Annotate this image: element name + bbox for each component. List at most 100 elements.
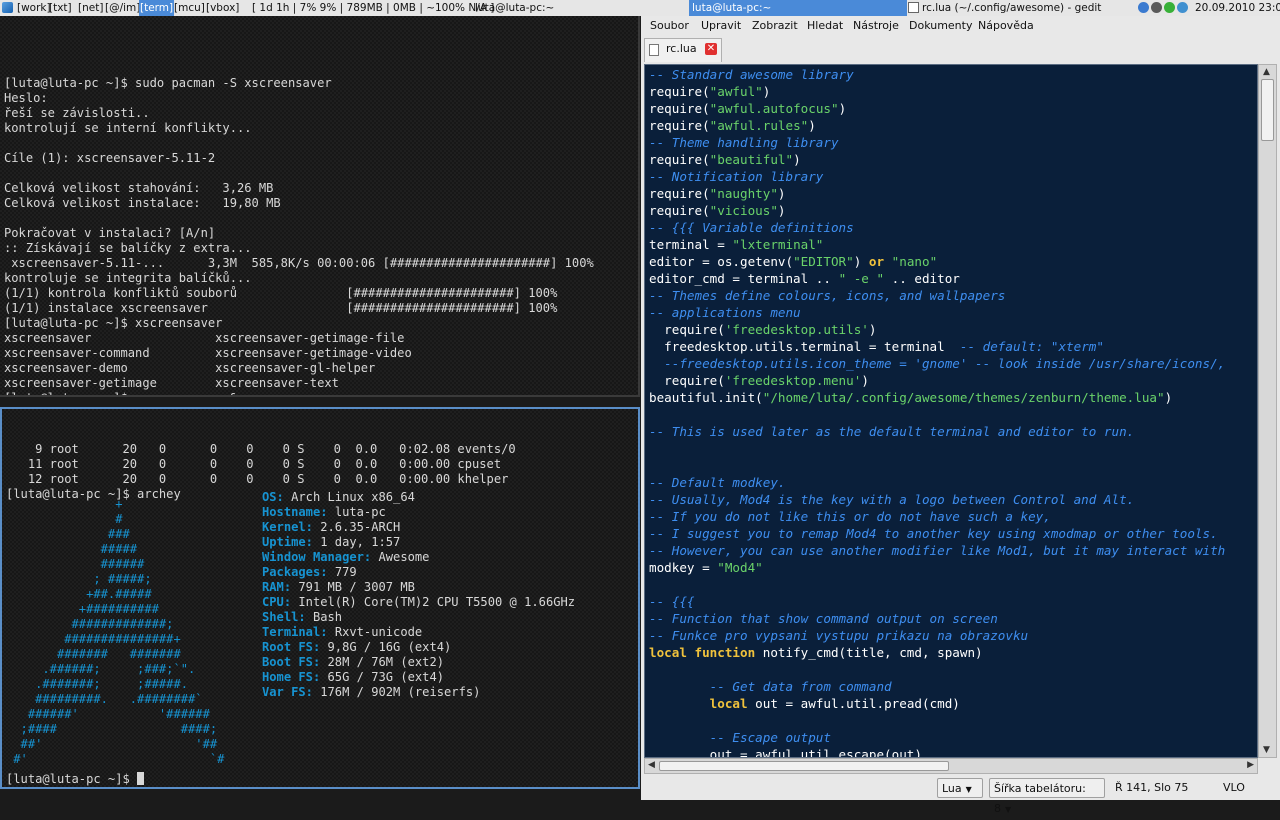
info-row: Shell: Bash (262, 610, 575, 625)
code-token: out = awful.util.escape(out) (649, 747, 922, 758)
scroll-down-icon[interactable]: ▼ (1263, 745, 1270, 755)
info-value: Arch Linux x86_64 (291, 490, 415, 504)
info-label: Shell: (262, 610, 306, 624)
code-token: require( (649, 152, 710, 167)
tag-work[interactable]: [work] (16, 0, 52, 16)
info-row: Hostname: luta-pc (262, 505, 575, 520)
tab-label: rc.lua (666, 42, 697, 55)
awesome-launcher-icon[interactable] (2, 2, 13, 13)
code-token: beautiful.init( (649, 390, 763, 405)
code-token: -- {{{ (649, 594, 695, 609)
code-token: require( (649, 84, 710, 99)
code-token: -- However, you can use another modifier… (649, 543, 1226, 558)
menu-bar: Soubor Upravit Zobrazit Hledat Nástroje Dokum… (641, 16, 1280, 36)
code-line: freedesktop.utils.terminal = terminal --… (645, 338, 1257, 355)
hostname-label: luta@luta-pc:~ (475, 2, 555, 14)
network-tray-icon[interactable] (1151, 2, 1162, 13)
menu-item[interactable]: Hledat (802, 16, 848, 36)
scroll-right-icon[interactable]: ▶ (1247, 760, 1254, 770)
code-token: "awful.autofocus" (709, 101, 839, 116)
taskbar-item-terminal[interactable]: luta@luta-pc:~ (689, 0, 907, 16)
code-line: beautiful.init("/home/luta/.config/aweso… (645, 389, 1257, 406)
code-line: terminal = "lxterminal" (645, 236, 1257, 253)
terminal-pacman[interactable]: [luta@luta-pc ~]$ sudo pacman -S xscreen… (0, 16, 640, 397)
close-icon[interactable]: ✕ (705, 43, 717, 55)
terminal-line: xscreensaver-demo xscreensaver-gl-helper (4, 361, 376, 375)
info-value: Awesome (378, 550, 430, 564)
info-label: Home FS: (262, 670, 321, 684)
code-token: ) (838, 101, 847, 116)
language-label: Lua (942, 782, 962, 795)
update-tray-icon[interactable] (1164, 2, 1175, 13)
info-label: Kernel: (262, 520, 313, 534)
menu-item[interactable]: Nástroje (848, 16, 904, 36)
terminal-line: xscreensaver-command xscreensaver-getima… (4, 346, 412, 360)
scroll-left-icon[interactable]: ◀ (648, 760, 655, 770)
chevron-down-icon: ▼ (965, 785, 972, 794)
language-selector[interactable]: Lua ▼ (937, 778, 983, 798)
code-token: -- If you do not like this or do not hav… (649, 509, 1051, 524)
code-line: -- {{{ Variable definitions (645, 219, 1257, 236)
code-token: "lxterminal" (732, 237, 824, 252)
info-row: Root FS: 9,8G / 16G (ext4) (262, 640, 575, 655)
menu-item[interactable]: Zobrazit (747, 16, 803, 36)
code-token: modkey = (649, 560, 718, 575)
info-row: Home FS: 65G / 73G (ext4) (262, 670, 575, 685)
code-token: -- applications menu (649, 305, 801, 320)
taskbar-item-gedit[interactable]: rc.lua (~/.config/awesome) - gedit (906, 0, 1147, 16)
info-label: RAM: (262, 580, 292, 594)
code-line: -- Standard awesome library (645, 66, 1257, 83)
scrollbar-thumb[interactable] (1261, 79, 1274, 141)
tag-term[interactable]: [term] (139, 0, 175, 16)
system-info-list: OS: Arch Linux x86_64 Hostname: luta-pc Ke… (262, 490, 575, 700)
bluetooth-tray-icon[interactable] (1138, 2, 1149, 13)
code-token: -- Notification library (649, 169, 824, 184)
code-token: require( (649, 118, 710, 133)
terminal-line: xscreensaver-5.11-... 3,3M 585,8K/s 00:0… (4, 256, 594, 270)
code-token: "nano" (884, 254, 938, 269)
code-token: -- Theme handling library (649, 135, 839, 150)
code-token: -- Function that show command output on … (649, 611, 998, 626)
scroll-up-icon[interactable]: ▲ (1263, 67, 1270, 77)
tag-txt[interactable]: [txt] (48, 0, 73, 16)
tag-im[interactable]: [@/im] (104, 0, 141, 16)
menu-item[interactable]: Upravit (696, 16, 746, 36)
info-label: Terminal: (262, 625, 328, 639)
code-token: terminal = (649, 237, 733, 252)
code-token: -- {{{ Variable definitions (649, 220, 854, 235)
terminal-archey[interactable]: 9 root 20 0 0 0 0 S 0 0.0 0:02.08 events… (0, 407, 640, 789)
terminal-line: :: Získávají se balíčky z extra... (4, 241, 252, 255)
logo-line: #' `# (6, 752, 225, 766)
code-line: -- If you do not like this or do not hav… (645, 508, 1257, 525)
info-value: 65G / 73G (ext4) (327, 670, 445, 684)
code-token: -- Themes define colours, icons, and wal… (649, 288, 1006, 303)
code-editor[interactable]: -- Standard awesome library require("awfu… (644, 64, 1258, 758)
tag-mcu[interactable]: [mcu] (173, 0, 206, 16)
info-value: 791 MB / 3007 MB (298, 580, 415, 594)
terminal-line: [luta@luta-pc ~]$ sudo pacman -S xscreen… (4, 76, 332, 90)
terminal-line: Celková velikost stahování: 3,26 MB (4, 181, 274, 195)
volume-tray-icon[interactable] (1177, 2, 1188, 13)
menu-item[interactable]: Nápověda (973, 16, 1039, 36)
code-line: -- However, you can use another modifier… (645, 542, 1257, 559)
code-token: freedesktop.utils.terminal = terminal (649, 339, 960, 354)
vertical-scrollbar[interactable]: ▲ ▼ (1258, 64, 1277, 758)
tab-width-selector[interactable]: Šířka tabelátoru: 8 ▼ (989, 778, 1105, 815)
tag-vbox[interactable]: [vbox] (205, 0, 240, 16)
horizontal-scrollbar[interactable]: ◀ ▶ (644, 758, 1258, 774)
menu-item[interactable]: Soubor (645, 16, 694, 36)
info-row: RAM: 791 MB / 3007 MB (262, 580, 575, 595)
terminal-prompt[interactable]: [luta@luta-pc ~]$ (6, 772, 145, 787)
tab-rc-lua[interactable]: rc.lua ✕ (644, 38, 722, 62)
top-panel: [work] [txt] [net] [@/im] [term] [mcu] [vbox] … (0, 0, 1280, 16)
code-token: or (868, 254, 885, 269)
terminal-line: Heslo: (4, 91, 48, 105)
scrollbar-thumb[interactable] (659, 761, 949, 771)
code-line: -- Theme handling library (645, 134, 1257, 151)
code-token: "awful.rules" (709, 118, 809, 133)
prompt-text: [luta@luta-pc ~]$ (6, 772, 138, 786)
menu-item[interactable]: Dokumenty (904, 16, 977, 36)
tag-net[interactable]: [net] (77, 0, 104, 16)
